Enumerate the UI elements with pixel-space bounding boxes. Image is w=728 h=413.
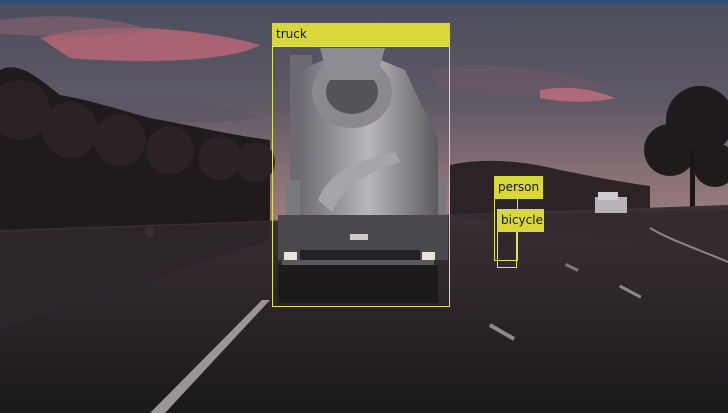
- bicycle-bounding-box: [497, 231, 517, 268]
- top-edge-strip: [0, 0, 728, 4]
- person-label: person: [494, 176, 543, 199]
- bicycle-label: bicycle: [497, 209, 544, 232]
- truck-bounding-box: [272, 46, 450, 307]
- image-viewer: truck person bicycle: [0, 0, 728, 413]
- truck-label: truck: [272, 23, 450, 46]
